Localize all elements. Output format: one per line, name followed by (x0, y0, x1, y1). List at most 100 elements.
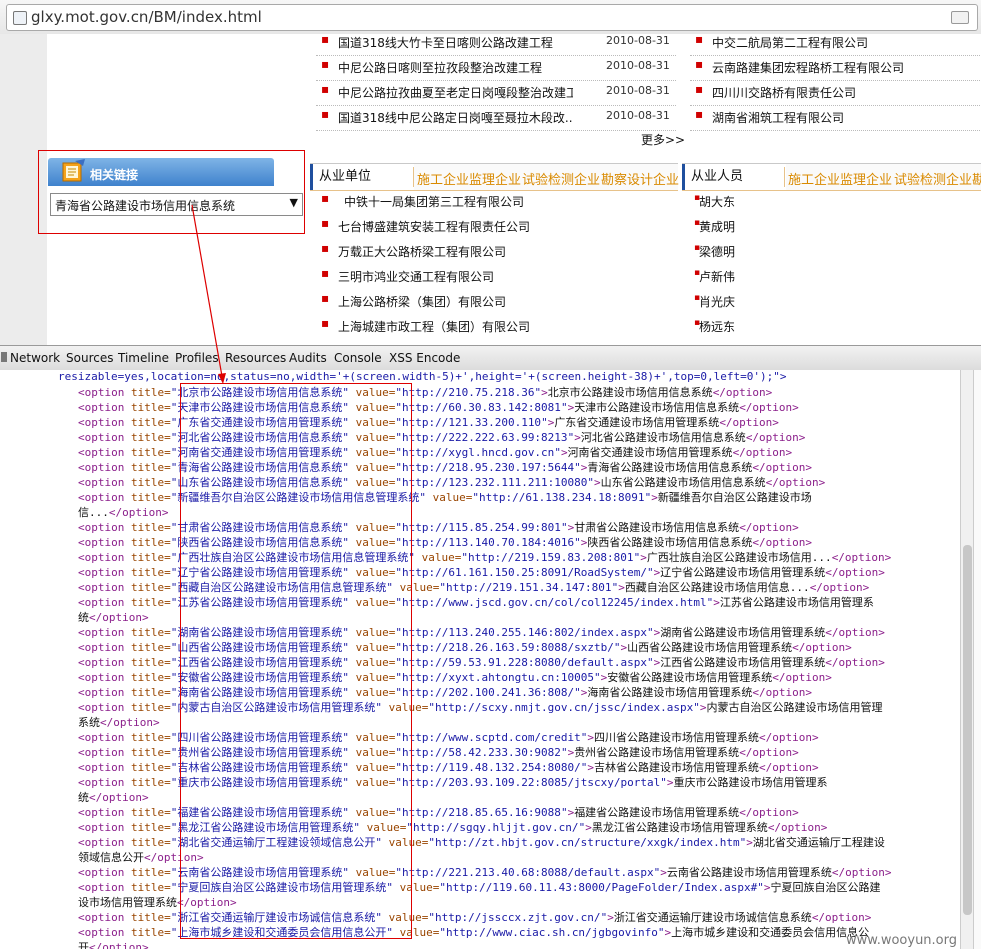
devtools-tab-network[interactable]: Network (10, 351, 60, 365)
quote: " (428, 701, 435, 714)
option-text: 浙江省交通运输厅建设市场诚信信息系统 (613, 911, 812, 924)
item-title[interactable]: 杨远东 (699, 318, 934, 335)
item-title[interactable]: 七台博盛建筑安装工程有限责任公司 (338, 218, 573, 235)
tag-close: </option> (792, 641, 852, 654)
item-title[interactable]: 四川川交路桥有限责任公司 (712, 84, 972, 101)
more-link[interactable]: 更多>> (641, 131, 685, 148)
quote: " (560, 806, 568, 819)
item-title[interactable]: 上海公路桥梁（集团）有限公司 (338, 293, 573, 310)
option-text: 陕西省公路建设市场信用信息系统 (587, 536, 753, 549)
attr-name: title= (130, 476, 171, 489)
related-links-select[interactable]: 青海省公路建设市场信用信息系统 ▼ (50, 193, 303, 216)
unit-item[interactable]: ▪ 万载正大公路桥梁工程有限公司 (316, 241, 676, 267)
unit-item[interactable]: ▪ 中铁十一局集团第三工程有限公司 (316, 191, 676, 217)
option-text: 云南省公路建设市场信用管理系统 (666, 866, 832, 879)
tag-open: <option (78, 671, 131, 684)
unit-item[interactable]: ▪ 上海城建市政工程（集团）有限公司 (316, 316, 676, 342)
url-value: http://scxy.nmjt.gov.cn/jssc/index.aspx (434, 701, 694, 714)
tag-close: </option> (752, 686, 813, 699)
person-item[interactable]: ▪ 黄成明 (690, 218, 980, 242)
person-item[interactable]: ▪ 卢新伟 (690, 268, 980, 292)
tag-close: </option> (772, 671, 832, 684)
unit-tabbar: 从业单位 施工企业 监理企业 试验检测企业 勘察设计企业 (310, 163, 679, 191)
tag-close: </option> (89, 791, 149, 804)
unit-item[interactable]: ▪ 七台博盛建筑安装工程有限责任公司 (316, 216, 676, 242)
item-title[interactable]: 卢新伟 (699, 268, 934, 285)
devtools-tab-timeline[interactable]: Timeline (118, 351, 169, 365)
quote: " (647, 626, 654, 639)
tab-unit-testing[interactable]: 试验检测企业 (522, 169, 600, 188)
option-text: 海南省公路建设市场信用管理系统 (587, 686, 753, 699)
devtools-tab-profiles[interactable]: Profiles (175, 351, 219, 365)
item-title[interactable]: 黄成明 (699, 218, 934, 235)
devtools-tab-audits[interactable]: Audits (289, 351, 327, 365)
dock-icon[interactable] (1, 352, 7, 362)
quote: " (428, 911, 435, 924)
bullet-icon: ▪ (695, 107, 704, 121)
bullet-icon: ▪ (695, 34, 704, 46)
attr-name: title= (130, 821, 171, 834)
scrollbar-thumb[interactable] (963, 545, 972, 915)
tag-open: <option (78, 386, 131, 399)
bullet-icon: ▪ (321, 191, 330, 205)
attr-name: title= (130, 521, 171, 534)
item-title[interactable]: 中尼公路拉孜曲夏至老定日岗嘎段整治改建工... (338, 84, 573, 101)
devtools-tab-sources[interactable]: Sources (66, 351, 113, 365)
person-item[interactable]: ▪ 胡大东 (690, 193, 980, 217)
url-value: http://xyxt.ahtongtu.cn:10005 (401, 671, 595, 684)
devtools-tab-resources[interactable]: Resources (225, 351, 286, 365)
item-title[interactable]: 万载正大公路桥梁工程有限公司 (338, 243, 573, 260)
person-item[interactable]: ▪ 杨远东 (690, 318, 980, 342)
code-scrollbar[interactable] (960, 370, 974, 949)
tab-units[interactable]: 从业单位 (310, 164, 414, 190)
option-text: 贵州省公路建设市场信用管理系统 (574, 746, 740, 759)
tab-person-survey[interactable]: 勘 (972, 169, 981, 188)
item-title[interactable]: 胡大东 (699, 193, 934, 210)
url-value: http://zt.hbjt.gov.cn/structure/xxgk/ind… (434, 836, 740, 849)
item-title[interactable]: 三明市鸿业交通工程有限公司 (338, 268, 573, 285)
tab-person-supervision[interactable]: 监理企业 (840, 169, 892, 188)
row-separator (316, 130, 676, 131)
tag-end: > (541, 386, 548, 399)
item-title[interactable]: 肖光庆 (699, 293, 934, 310)
bullet-icon: ▪ (321, 107, 330, 121)
item-title[interactable]: 湖南省湘筑工程有限公司 (712, 109, 972, 126)
tag-end: > (651, 491, 658, 504)
item-title[interactable]: 中尼公路日喀则至拉孜段整治改建工程 (338, 59, 573, 76)
item-title[interactable]: 国道318线大竹卡至日喀则公路改建工程 (338, 34, 573, 51)
item-title[interactable]: 上海城建市政工程（集团）有限公司 (338, 318, 573, 335)
unit-item[interactable]: ▪ 上海公路桥梁（集团）有限公司 (316, 291, 676, 317)
person-item[interactable]: ▪ 梁德明 (690, 243, 980, 267)
attr-name: value= (421, 551, 462, 564)
url-value: http://218.85.65.16:9088 (401, 806, 561, 819)
item-title[interactable]: 国道318线中尼公路定日岗嘎至聂拉木段改... (338, 109, 573, 126)
item-title[interactable]: 云南路建集团宏程路桥工程有限公司 (712, 59, 972, 76)
person-item[interactable]: ▪ 肖光庆 (690, 293, 980, 317)
watermark: www.wooyun.org (846, 933, 958, 948)
tab-divider (413, 167, 414, 187)
tab-person-construction[interactable]: 施工企业 (788, 169, 840, 188)
url-text[interactable]: glxy.mot.gov.cn/BM/index.html (31, 8, 262, 26)
dropdown-arrow-icon[interactable]: ▼ (290, 196, 298, 209)
item-title[interactable]: 梁德明 (699, 243, 934, 260)
tab-person-testing[interactable]: 试验检测企业 (894, 169, 972, 188)
tab-unit-supervision[interactable]: 监理企业 (469, 169, 521, 188)
tab-unit-survey[interactable]: 勘察设计企业 (601, 169, 679, 188)
tab-persons[interactable]: 从业人员 (682, 164, 786, 190)
option-line-wrap: 信...</option> (78, 506, 168, 520)
related-links-title: 相关链接 (90, 168, 139, 182)
source-code-view[interactable]: resizable=yes,location=no,status=no,widt… (0, 370, 960, 949)
url-value: http://113.140.70.184:4016 (401, 536, 575, 549)
item-title[interactable]: 中交二航局第二工程有限公司 (712, 34, 972, 51)
tab-unit-construction[interactable]: 施工企业 (417, 169, 469, 188)
row-separator (316, 55, 676, 56)
bullet-icon: ▪ (321, 34, 330, 46)
item-title[interactable]: 中铁十一局集团第三工程有限公司 (344, 193, 579, 210)
bullet-icon: ▪ (695, 57, 704, 71)
envelope-icon[interactable] (951, 11, 969, 24)
devtools-tab-console[interactable]: Console (334, 351, 382, 365)
option-text: 河北省公路建设市场信用信息系统 (580, 431, 746, 444)
address-bar[interactable]: glxy.mot.gov.cn/BM/index.html (6, 4, 978, 31)
devtools-tab-xss-encode[interactable]: XSS Encode (389, 351, 460, 365)
unit-item[interactable]: ▪ 三明市鸿业交通工程有限公司 (316, 266, 676, 292)
